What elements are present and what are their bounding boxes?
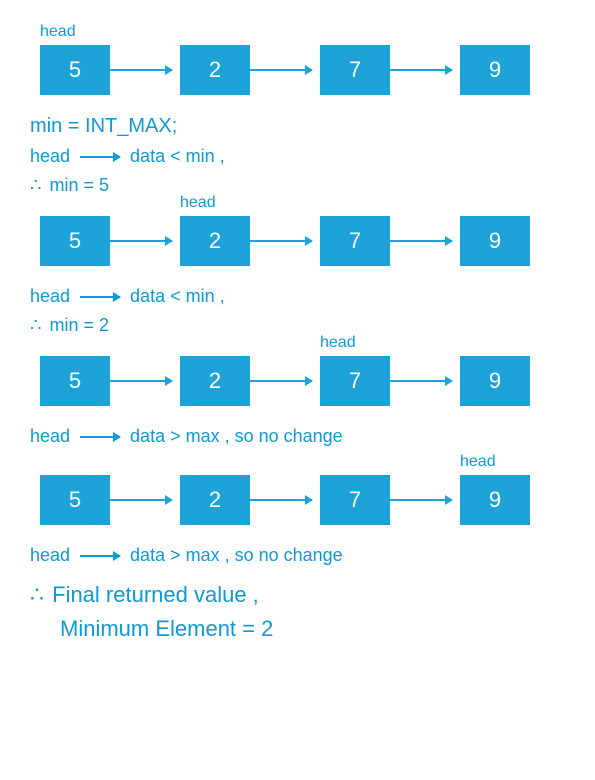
linked-list-row-3: head 5 2 7 9 [30,356,565,406]
arrow-icon [80,436,120,438]
condition-line: head data > max , so no change [30,545,565,566]
arrow-icon [110,499,172,501]
linked-list-row-2: head 5 2 7 9 [30,216,565,266]
arrow-icon [390,380,452,382]
list-node: 2 [180,475,250,525]
list-node: 9 [460,475,530,525]
result-text: min = 2 [49,315,109,336]
arrow-icon [250,69,312,71]
head-text: head [30,426,70,447]
arrow-icon [390,69,452,71]
condition-text: data < min , [130,146,225,167]
therefore-symbol: ∴ [30,175,41,196]
head-text: head [30,286,70,307]
arrow-icon [110,69,172,71]
list-node: 9 [460,356,530,406]
list-node: 9 [460,45,530,95]
result-line: ∴ min = 5 [30,175,565,196]
head-label: head [180,194,216,212]
arrow-icon [110,240,172,242]
list-node: 2 [180,216,250,266]
list-node: 5 [40,45,110,95]
list-node: 7 [320,216,390,266]
condition-line: head data > max , so no change [30,426,565,447]
arrow-icon [80,555,120,557]
therefore-symbol: ∴ [30,582,44,607]
arrow-icon [390,499,452,501]
result-text: min = 5 [49,175,109,196]
list-node: 7 [320,475,390,525]
condition-text: data > max , so no change [130,426,343,447]
list-node: 7 [320,356,390,406]
arrow-icon [80,296,120,298]
condition-text: data < min , [130,286,225,307]
final-line-2: Minimum Element = 2 [60,616,565,642]
arrow-icon [250,380,312,382]
arrow-icon [110,380,172,382]
final-line-1: ∴ Final returned value , [30,582,565,608]
list-node: 5 [40,356,110,406]
condition-line: head data < min , [30,146,565,167]
head-label: head [320,334,356,352]
list-node: 2 [180,356,250,406]
therefore-symbol: ∴ [30,315,41,336]
linked-list-row-4: head 5 2 7 9 [30,475,565,525]
arrow-icon [250,240,312,242]
arrow-icon [390,240,452,242]
list-node: 5 [40,475,110,525]
arrow-icon [80,156,120,158]
head-label: head [460,453,496,471]
arrow-icon [250,499,312,501]
final-text-1: Final returned value , [52,582,259,607]
head-label: head [40,23,76,41]
list-node: 9 [460,216,530,266]
head-text: head [30,545,70,566]
condition-line: head data < min , [30,286,565,307]
result-line: ∴ min = 2 [30,315,565,336]
list-node: 5 [40,216,110,266]
list-node: 2 [180,45,250,95]
condition-text: data > max , so no change [130,545,343,566]
list-node: 7 [320,45,390,95]
init-statement: min = INT_MAX; [30,115,565,138]
head-text: head [30,146,70,167]
linked-list-row-1: head 5 2 7 9 [30,45,565,95]
